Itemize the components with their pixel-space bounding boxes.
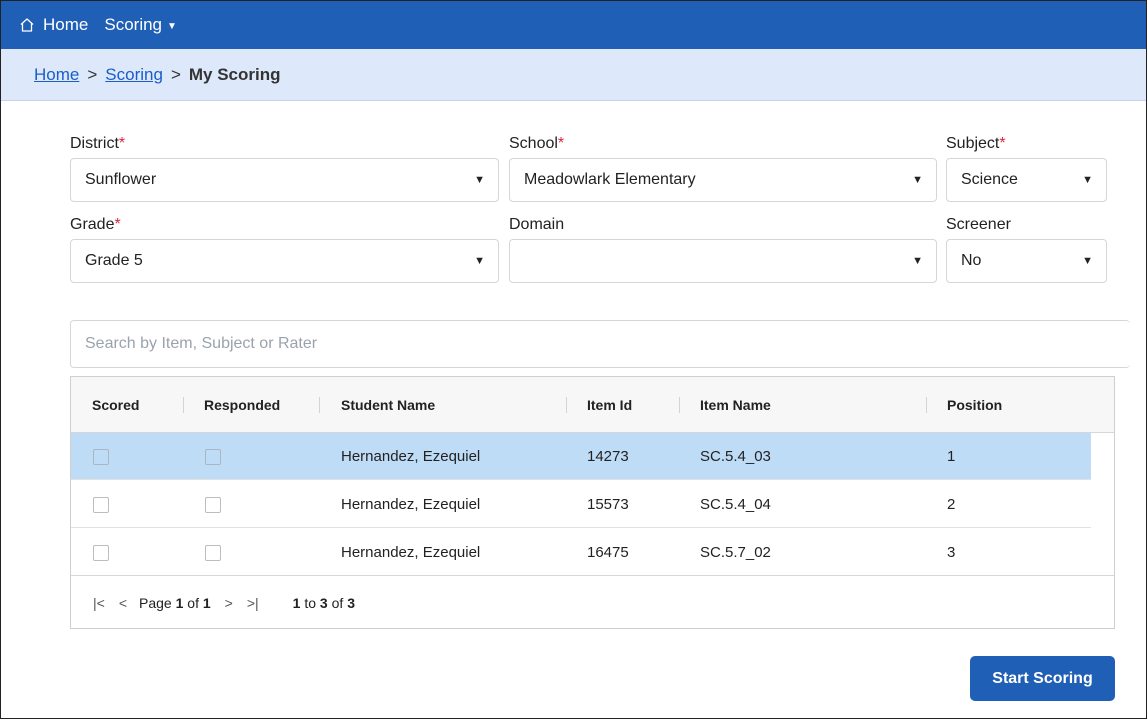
caret-down-icon: ▼ [1082, 174, 1093, 186]
to-word: to [304, 594, 317, 611]
required-marker: * [114, 216, 121, 233]
grade-label-text: Grade [70, 216, 115, 233]
total-pages: 1 [202, 594, 211, 611]
next-page-icon[interactable]: > [225, 595, 233, 611]
responded-checkbox[interactable] [205, 496, 221, 513]
breadcrumb-home-link[interactable]: Home [34, 65, 79, 85]
table-row[interactable]: Hernandez, Ezequiel 14273 SC.5.4_03 1 [71, 433, 1091, 480]
subject-label-text: Subject [946, 135, 1000, 152]
item-name-cell: SC.5.7_02 [700, 544, 771, 561]
total-rows: 3 [347, 594, 355, 611]
nav-scoring-label: Scoring [104, 15, 162, 34]
scoring-table: Scored Responded Student Name Item Id It… [70, 376, 1115, 629]
row-range-summary: 1 to 3 of 3 [293, 595, 355, 611]
column-header-position[interactable]: Position [947, 377, 1002, 433]
app-window: Home Scoring ▼ Home > Scoring > My Scori… [0, 0, 1147, 719]
nav-home-label: Home [43, 15, 89, 34]
column-divider[interactable] [319, 397, 320, 413]
subject-select[interactable]: Science ▼ [946, 158, 1107, 202]
column-header-student-name[interactable]: Student Name [341, 377, 435, 433]
item-id-cell: 15573 [587, 496, 629, 513]
grade-select-value: Grade 5 [85, 252, 143, 269]
domain-select[interactable]: ▼ [509, 239, 937, 283]
current-page: 1 [175, 594, 184, 611]
last-page-icon[interactable]: >| [247, 595, 259, 611]
scored-checkbox[interactable] [93, 496, 109, 513]
table-row[interactable]: Hernandez, Ezequiel 16475 SC.5.7_02 3 [71, 529, 1091, 576]
position-cell: 2 [947, 496, 956, 513]
caret-down-icon: ▼ [1082, 255, 1093, 267]
school-label-text: School [509, 135, 558, 152]
table-row[interactable]: Hernandez, Ezequiel 15573 SC.5.4_04 2 [71, 481, 1091, 528]
range-start: 1 [292, 594, 301, 611]
grade-select[interactable]: Grade 5 ▼ [70, 239, 499, 283]
school-select[interactable]: Meadowlark Elementary ▼ [509, 158, 937, 202]
scored-checkbox[interactable] [93, 448, 109, 465]
district-select[interactable]: Sunflower ▼ [70, 158, 499, 202]
item-id-cell: 14273 [587, 448, 629, 465]
prev-page-icon[interactable]: < [119, 595, 127, 611]
student-name-cell: Hernandez, Ezequiel [341, 496, 481, 513]
school-label: School* [509, 135, 564, 153]
item-name-cell: SC.5.4_03 [700, 448, 771, 465]
breadcrumb-current: My Scoring [188, 64, 281, 84]
column-divider[interactable] [926, 397, 927, 413]
scored-checkbox[interactable] [93, 544, 109, 561]
pagination-bar: |< < Page 1 of 1 > >| 1 to 3 of 3 [71, 575, 1114, 629]
position-cell: 1 [947, 448, 956, 465]
page-word: Page [139, 594, 172, 611]
first-page-icon[interactable]: |< [93, 595, 105, 611]
domain-label-text: Domain [509, 216, 565, 233]
caret-down-icon: ▼ [167, 20, 177, 32]
of-word: of [187, 594, 199, 611]
top-nav-bar: Home Scoring ▼ [1, 1, 1146, 49]
column-divider[interactable] [679, 397, 680, 413]
screener-label-text: Screener [946, 216, 1011, 233]
search-input[interactable] [70, 320, 1130, 368]
student-name-cell: Hernandez, Ezequiel [341, 544, 481, 561]
subject-select-value: Science [961, 171, 1018, 188]
school-select-value: Meadowlark Elementary [524, 171, 696, 188]
grade-label: Grade* [70, 216, 121, 234]
column-header-responded[interactable]: Responded [204, 377, 280, 433]
breadcrumb-separator: > [87, 64, 98, 84]
nav-home-link[interactable]: Home [19, 15, 88, 35]
start-scoring-button[interactable]: Start Scoring [970, 656, 1115, 701]
nav-scoring-menu[interactable]: Scoring ▼ [104, 15, 177, 35]
caret-down-icon: ▼ [474, 174, 485, 186]
breadcrumb-scoring-link[interactable]: Scoring [105, 65, 163, 85]
caret-down-icon: ▼ [912, 174, 923, 186]
position-cell: 3 [947, 544, 956, 561]
caret-down-icon: ▼ [912, 255, 923, 267]
home-icon [20, 18, 34, 32]
required-marker: * [999, 135, 1006, 152]
column-divider[interactable] [566, 397, 567, 413]
screener-select[interactable]: No ▼ [946, 239, 1107, 283]
breadcrumb-separator: > [170, 64, 181, 84]
responded-checkbox[interactable] [205, 544, 221, 561]
domain-label: Domain [509, 216, 564, 234]
screener-select-value: No [961, 252, 982, 269]
table-header: Scored Responded Student Name Item Id It… [71, 377, 1114, 433]
column-header-item-name[interactable]: Item Name [700, 377, 771, 433]
column-divider[interactable] [183, 397, 184, 413]
student-name-cell: Hernandez, Ezequiel [341, 448, 481, 465]
subject-label: Subject* [946, 135, 1006, 153]
of-word: of [331, 594, 344, 611]
range-end: 3 [319, 594, 328, 611]
breadcrumb: Home > Scoring > My Scoring [1, 49, 1146, 101]
column-header-item-id[interactable]: Item Id [587, 377, 632, 433]
district-select-value: Sunflower [85, 171, 157, 188]
district-label: District* [70, 135, 125, 153]
caret-down-icon: ▼ [474, 255, 485, 267]
screener-label: Screener [946, 216, 1011, 234]
item-name-cell: SC.5.4_04 [700, 496, 771, 513]
page-indicator: Page 1 of 1 [139, 595, 211, 611]
item-id-cell: 16475 [587, 544, 629, 561]
responded-checkbox[interactable] [205, 448, 221, 465]
required-marker: * [557, 135, 565, 152]
district-label-text: District [70, 135, 119, 152]
required-marker: * [118, 135, 126, 152]
column-header-scored[interactable]: Scored [92, 377, 139, 433]
